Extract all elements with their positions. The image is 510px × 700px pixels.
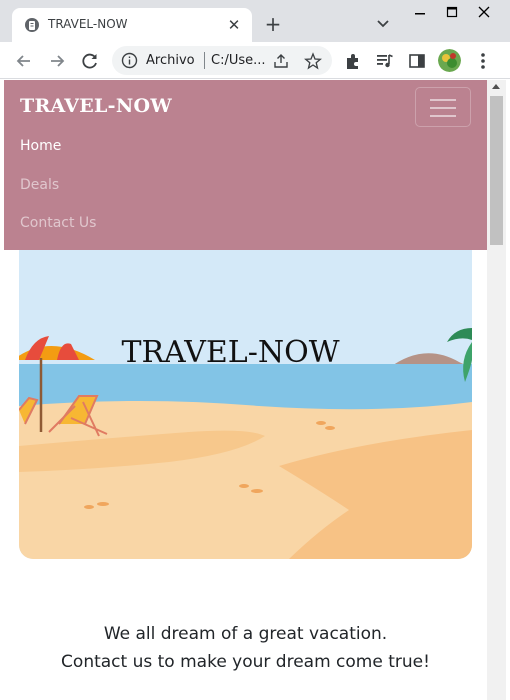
browser-menu-icon[interactable] bbox=[472, 50, 494, 72]
hero-title: TRAVEL-NOW bbox=[121, 335, 340, 370]
browser-tab[interactable]: TRAVEL-NOW ✕ bbox=[12, 8, 252, 42]
tagline-line-1: We all dream of a great vacation. bbox=[103, 624, 388, 644]
tab-search-chevron-icon[interactable] bbox=[374, 14, 392, 32]
profile-avatar[interactable] bbox=[438, 49, 461, 72]
navbar-toggler-button[interactable] bbox=[415, 87, 471, 127]
scrollbar-thumb[interactable] bbox=[490, 96, 503, 245]
window-close-icon[interactable] bbox=[468, 2, 500, 24]
address-url[interactable]: C:/Use... bbox=[211, 53, 266, 68]
tab-close-icon[interactable]: ✕ bbox=[224, 15, 244, 35]
new-tab-button[interactable]: + bbox=[262, 13, 284, 35]
window-minimize-icon[interactable] bbox=[404, 2, 436, 24]
tagline: We all dream of a great vacation. Contac… bbox=[4, 620, 487, 676]
window-maximize-icon[interactable] bbox=[436, 2, 468, 24]
nav-link-contact-us[interactable]: Contact Us bbox=[20, 215, 96, 231]
back-arrow-icon[interactable] bbox=[13, 50, 35, 72]
tab-title: TRAVEL-NOW bbox=[48, 17, 128, 31]
page-scrollbar[interactable] bbox=[487, 80, 506, 700]
site-info-icon[interactable] bbox=[121, 52, 138, 69]
file-scheme-label: Archivo bbox=[146, 53, 195, 68]
navbar-brand[interactable]: TRAVEL-NOW bbox=[20, 95, 172, 117]
hamburger-icon bbox=[430, 99, 456, 101]
scroll-up-arrow-icon[interactable] bbox=[492, 84, 500, 89]
browser-toolbar: Archivo C:/Use... bbox=[0, 42, 510, 79]
forward-arrow-icon[interactable] bbox=[46, 50, 68, 72]
side-panel-icon[interactable] bbox=[406, 50, 428, 72]
nav-link-deals[interactable]: Deals bbox=[20, 177, 59, 193]
page-viewport: TRAVEL-NOW Home Deals Contact Us TRAVEL-… bbox=[4, 80, 487, 700]
address-separator bbox=[204, 52, 205, 69]
profile-avatar-icon bbox=[438, 49, 461, 72]
tagline-line-2: Contact us to make your dream come true! bbox=[61, 652, 430, 672]
site-navbar: TRAVEL-NOW Home Deals Contact Us bbox=[4, 80, 487, 250]
bookmark-star-icon[interactable] bbox=[304, 52, 322, 70]
media-queue-icon[interactable] bbox=[374, 50, 396, 72]
page-favicon-icon bbox=[25, 18, 39, 32]
nav-link-home[interactable]: Home bbox=[20, 138, 61, 154]
reload-icon[interactable] bbox=[79, 50, 101, 72]
beach-illustration bbox=[19, 210, 472, 559]
browser-tabstrip: TRAVEL-NOW ✕ + bbox=[0, 0, 510, 42]
share-icon[interactable] bbox=[272, 52, 290, 70]
extensions-puzzle-icon[interactable] bbox=[342, 50, 364, 72]
hero-banner bbox=[19, 210, 472, 559]
hamburger-icon-bar bbox=[430, 107, 456, 109]
hamburger-icon-bar bbox=[430, 115, 456, 117]
address-bar[interactable]: Archivo C:/Use... bbox=[112, 46, 332, 75]
